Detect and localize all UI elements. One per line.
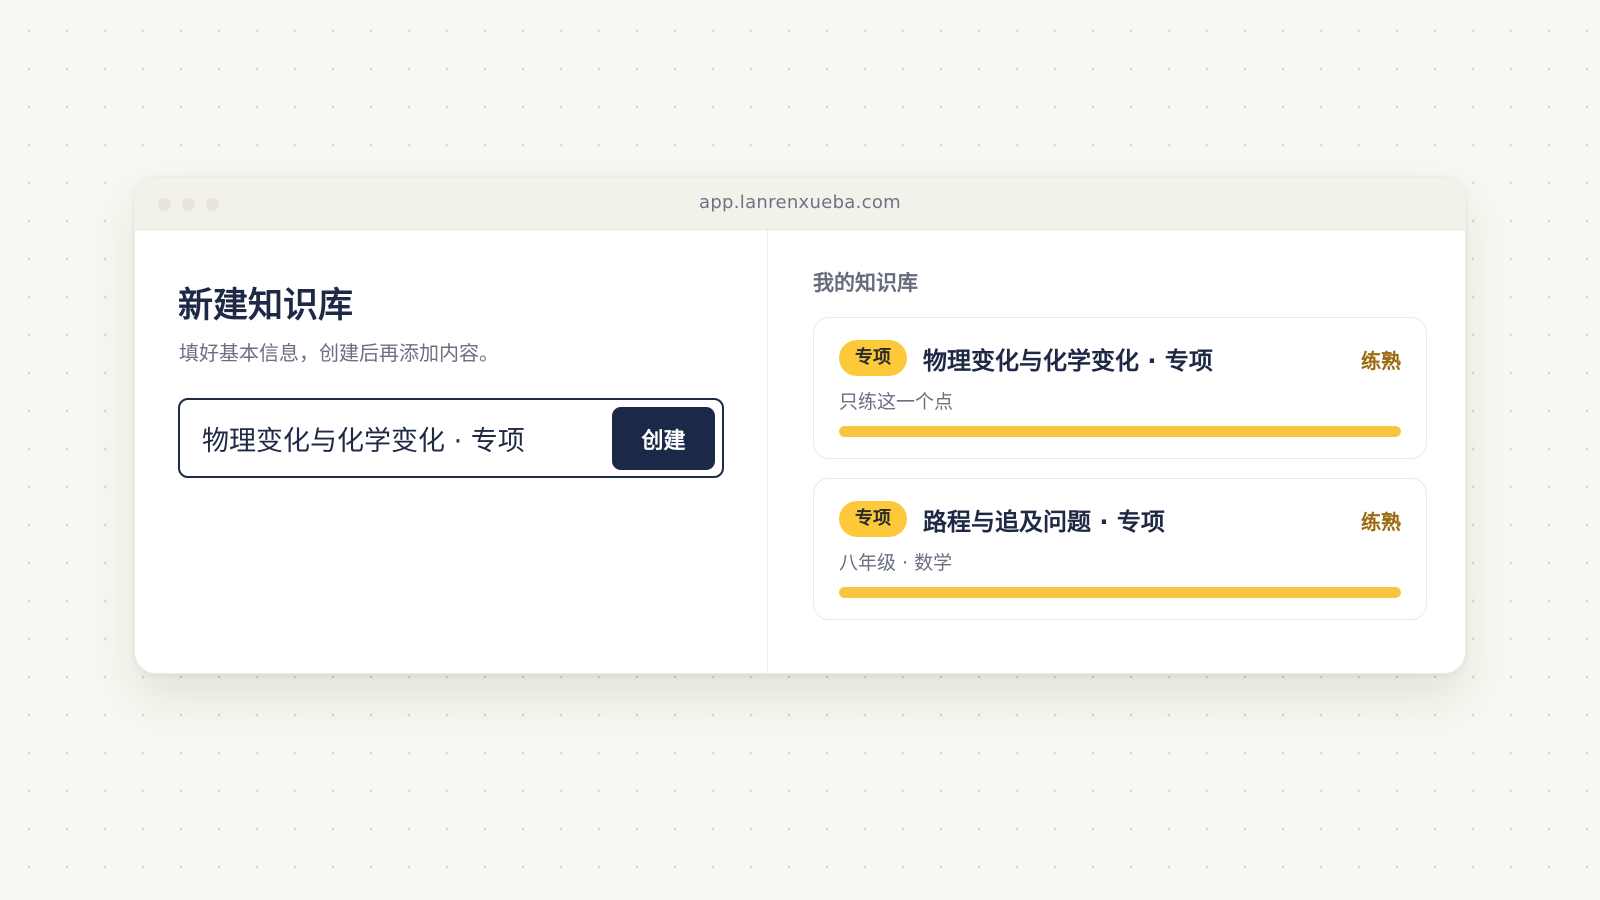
page-title: 新建知识库 (178, 286, 354, 326)
create-button[interactable]: 创建 (612, 407, 715, 470)
mastery-level: 练熟 (1361, 349, 1401, 373)
type-tag: 专项 (839, 501, 907, 537)
card-meta: 只练这一个点 (839, 391, 954, 413)
knowledge-base-list: 专项 物理变化与化学变化 · 专项 练熟 只练这一个点 专项 路程与追及问题 ·… (813, 317, 1427, 639)
card-meta: 八年级 · 数学 (839, 552, 953, 574)
card-title: 路程与追及问题 · 专项 (923, 508, 1165, 536)
create-form: 创建 (178, 398, 724, 478)
card-title: 物理变化与化学变化 · 专项 (923, 347, 1213, 375)
mastery-level: 练熟 (1361, 510, 1401, 534)
browser-window: app.lanrenxueba.com 新建知识库 填好基本信息，创建后再添加内… (134, 176, 1466, 674)
browser-titlebar: app.lanrenxueba.com (135, 177, 1465, 230)
knowledge-base-card[interactable]: 专项 路程与追及问题 · 专项 练熟 八年级 · 数学 (813, 478, 1427, 620)
progress-bar (839, 587, 1401, 598)
knowledge-base-name-input[interactable] (202, 414, 602, 462)
progress-fill (839, 587, 1401, 598)
progress-bar (839, 426, 1401, 437)
knowledge-base-card[interactable]: 专项 物理变化与化学变化 · 专项 练熟 只练这一个点 (813, 317, 1427, 459)
page-subtitle: 填好基本信息，创建后再添加内容。 (179, 341, 499, 365)
create-panel: 新建知识库 填好基本信息，创建后再添加内容。 创建 (135, 230, 768, 673)
address-bar-url[interactable]: app.lanrenxueba.com (135, 192, 1465, 213)
type-tag: 专项 (839, 340, 907, 376)
progress-fill (839, 426, 1401, 437)
my-library-heading: 我的知识库 (813, 271, 918, 295)
